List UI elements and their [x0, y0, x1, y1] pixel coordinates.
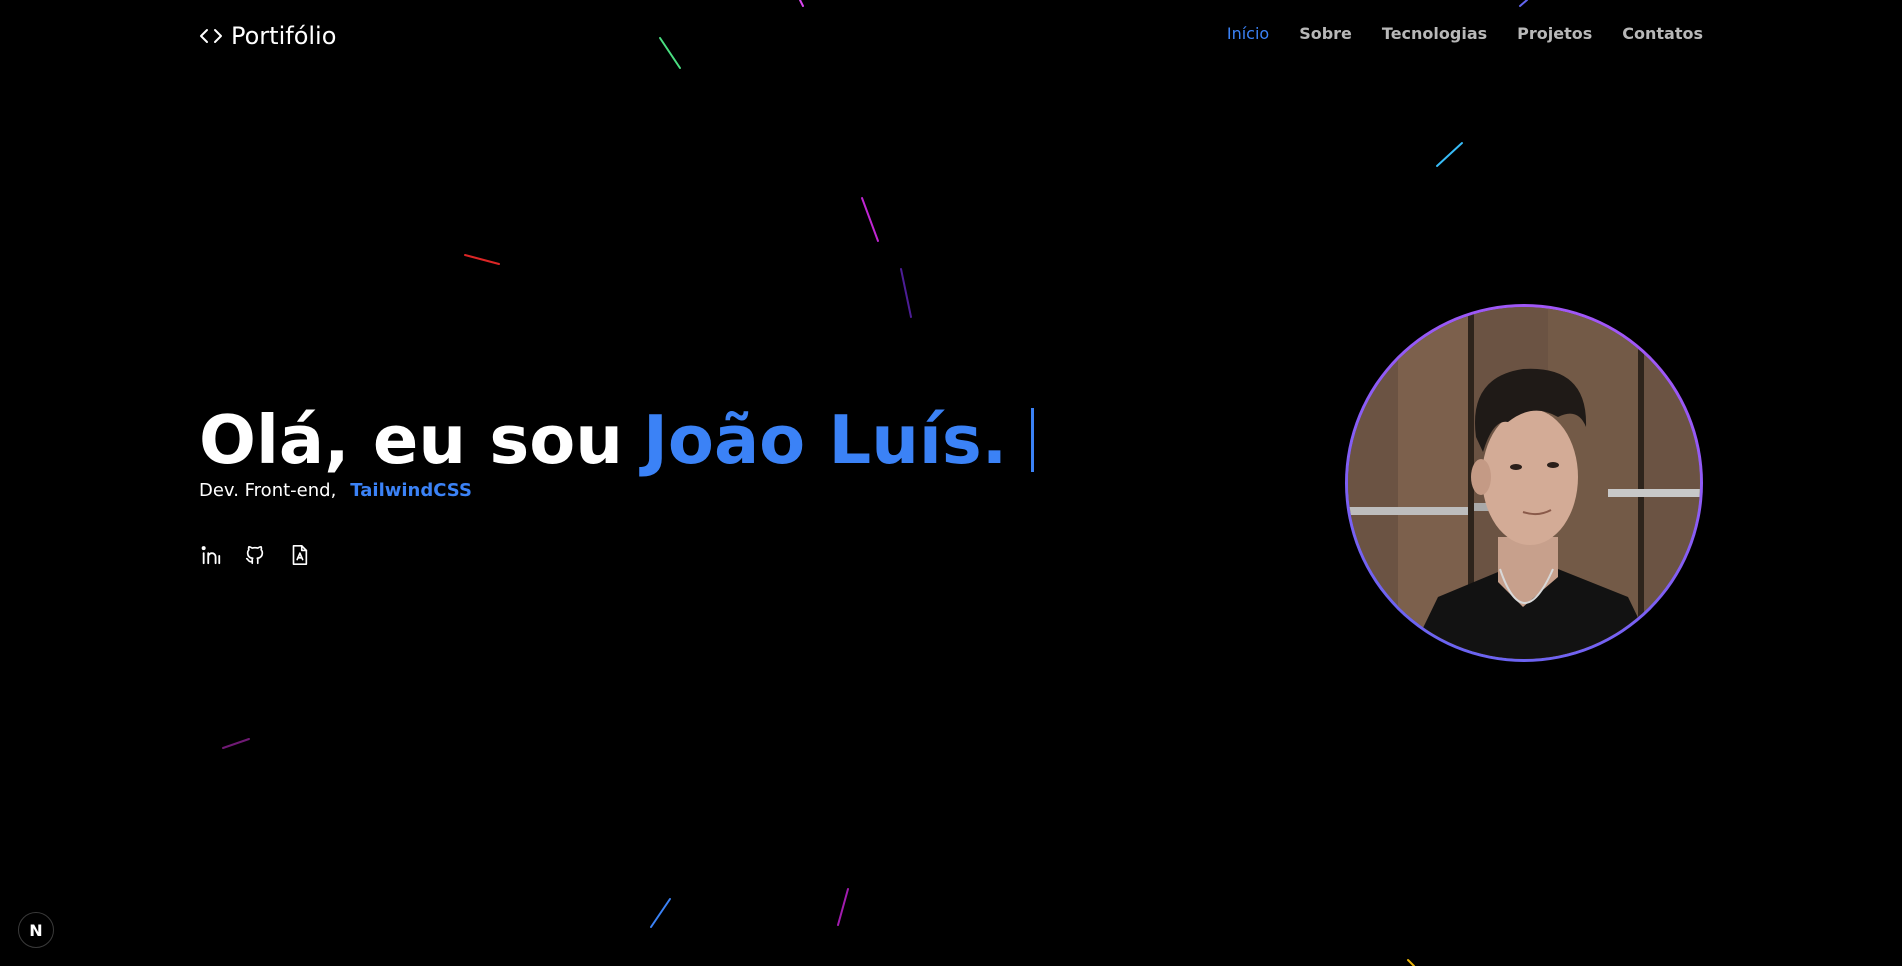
- streak: [1436, 142, 1463, 167]
- hero-subtitle: Dev. Front-end, TailwindCSS: [199, 480, 472, 501]
- nav-link-tecnologias[interactable]: Tecnologias: [1382, 24, 1487, 43]
- navbar: Portifólio Início Sobre Tecnologias Proj…: [0, 0, 1902, 72]
- hero-greeting: Olá, eu sou: [199, 401, 623, 479]
- social-links: [199, 545, 311, 569]
- profile-photo: [1348, 307, 1700, 659]
- linkedin-link[interactable]: [199, 545, 223, 569]
- nav-menu: Início Sobre Tecnologias Projetos Contat…: [1227, 24, 1703, 43]
- hero-role: Dev. Front-end,: [199, 480, 337, 501]
- hero-typed-tech: TailwindCSS: [350, 480, 472, 501]
- github-icon: [244, 544, 266, 570]
- streak: [222, 738, 250, 749]
- nav-link-inicio[interactable]: Início: [1227, 24, 1269, 43]
- logo-text: Portifólio: [231, 22, 337, 50]
- streak: [650, 898, 671, 928]
- streak: [861, 197, 879, 242]
- hero-name: João Luís.: [642, 401, 1008, 479]
- resume-icon: [288, 544, 310, 570]
- profile-photo-frame: [1345, 304, 1703, 662]
- streak: [1407, 959, 1415, 966]
- next-devtools-button[interactable]: N: [18, 912, 54, 948]
- nav-link-contatos[interactable]: Contatos: [1622, 24, 1703, 43]
- code-brackets-icon: [199, 24, 223, 48]
- next-logo-icon: N: [29, 920, 43, 940]
- nav-link-sobre[interactable]: Sobre: [1299, 24, 1352, 43]
- streak: [900, 268, 912, 318]
- resume-link[interactable]: [287, 545, 311, 569]
- logo-link[interactable]: Portifólio: [199, 22, 336, 50]
- nav-link-projetos[interactable]: Projetos: [1517, 24, 1592, 43]
- linkedin-icon: [200, 544, 222, 570]
- hero-heading: Olá, eu sou João Luís.: [199, 398, 1035, 482]
- streak: [464, 254, 500, 265]
- streak: [837, 888, 849, 926]
- github-link[interactable]: [243, 545, 267, 569]
- typing-caret: [1031, 408, 1035, 472]
